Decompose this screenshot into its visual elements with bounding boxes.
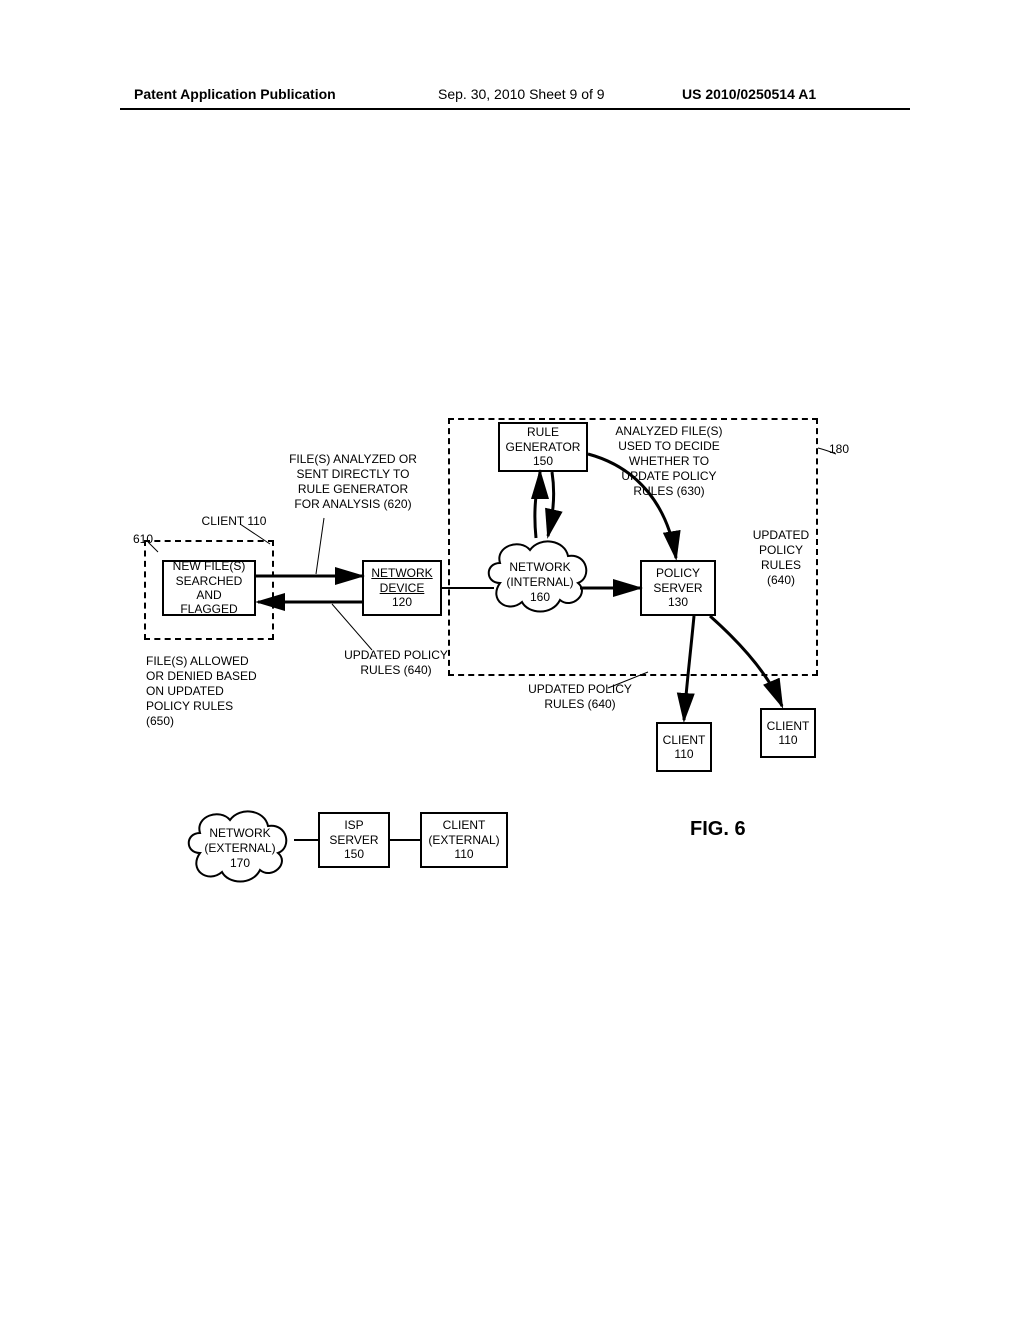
box-client-external: CLIENT (EXTERNAL) 110	[420, 812, 508, 868]
box-network-device-line1: NETWORK	[371, 566, 432, 580]
label-180: 180	[824, 442, 854, 457]
header-rule	[120, 108, 910, 110]
box-network-device-line3: 120	[392, 595, 412, 609]
label-analyzed-decide: ANALYZED FILE(S) USED TO DECIDE WHETHER …	[604, 424, 734, 499]
header-left: Patent Application Publication	[134, 86, 336, 102]
figure-label: FIG. 6	[690, 818, 746, 841]
box-network-device: NETWORK DEVICE 120	[362, 560, 442, 616]
box-client-b: CLIENT 110	[760, 708, 816, 758]
header-mid: Sep. 30, 2010 Sheet 9 of 9	[438, 86, 605, 102]
box-policy-server: POLICY SERVER 130	[640, 560, 716, 616]
label-updated-rules-mid2: UPDATED POLICY RULES (640)	[520, 682, 640, 712]
box-client-a: CLIENT 110	[656, 722, 712, 772]
cloud-internal-label: NETWORK (INTERNAL) 160	[500, 560, 580, 605]
diagram-area: NEW FILE(S) SEARCHED AND FLAGGED NETWORK…	[120, 418, 920, 978]
label-updated-rules-mid: UPDATED POLICY RULES (640)	[336, 648, 456, 678]
cloud-external-label: NETWORK (EXTERNAL) 170	[198, 826, 282, 871]
box-new-files: NEW FILE(S) SEARCHED AND FLAGGED	[162, 560, 256, 616]
label-client110: CLIENT 110	[194, 514, 274, 529]
box-isp-server: ISP SERVER 150	[318, 812, 390, 868]
label-updated-rules-right: UPDATED POLICY RULES (640)	[746, 528, 816, 588]
page: Patent Application Publication Sep. 30, …	[0, 0, 1024, 1320]
label-file-analyzed: FILE(S) ANALYZED OR SENT DIRECTLY TO RUL…	[278, 452, 428, 512]
header-right: US 2010/0250514 A1	[682, 86, 816, 102]
label-610: 610	[128, 532, 158, 547]
box-network-device-line2: DEVICE	[380, 581, 425, 595]
box-rule-generator: RULE GENERATOR 150	[498, 422, 588, 472]
label-allowed-denied: FILE(S) ALLOWED OR DENIED BASED ON UPDAT…	[146, 654, 276, 729]
